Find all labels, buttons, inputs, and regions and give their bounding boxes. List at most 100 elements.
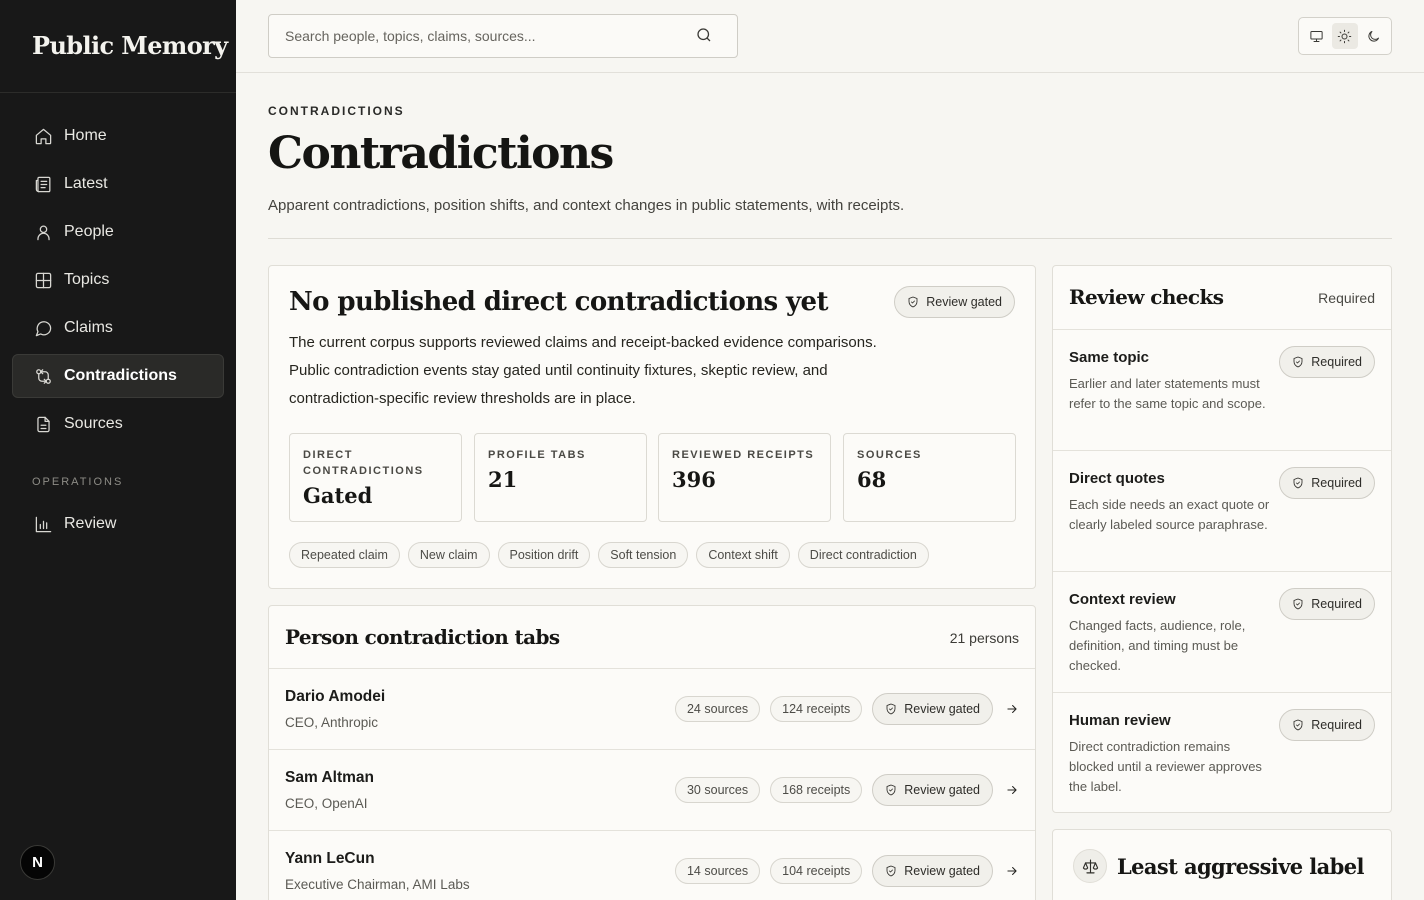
shield-check-icon [1293,477,1303,489]
nav-item-label: Claims [64,319,113,336]
main-nav: Home Latest People Topics Claims Contrad… [0,93,236,546]
person-row[interactable]: Yann LeCun Executive Chairman, AMI Labs … [269,831,1035,900]
top-bar [236,0,1424,73]
page-eyebrow: CONTRADICTIONS [268,104,405,118]
check-title: Direct quotes [1069,470,1165,487]
badge-label: Required [1311,355,1362,369]
user-icon [33,222,53,242]
tag-new-claim[interactable]: New claim [407,542,490,568]
stat-value: 68 [857,467,887,492]
review-checks-title: Review checks [1069,285,1224,309]
nav-item-topics[interactable]: Topics [12,258,224,302]
review-gated-badge[interactable]: Review gated [872,774,993,806]
shield-check-icon [1293,598,1303,610]
review-gated-badge[interactable]: Review gated [872,693,993,725]
badge-label: Review gated [904,702,980,716]
nav-item-label: Contradictions [64,367,177,384]
person-name: Dario Amodei [285,688,386,705]
required-badge[interactable]: Required [1279,709,1375,741]
status-card: No published direct contradictions yet R… [268,265,1036,589]
arrow-right-icon[interactable] [1005,702,1019,716]
person-row[interactable]: Dario Amodei CEO, Anthropic 24 sources 1… [269,669,1035,750]
stat-reviewed-receipts: REVIEWED RECEIPTS 396 [658,433,831,522]
person-meta: 24 sources 124 receipts Review gated [674,693,1019,725]
shield-check-icon [1293,719,1303,731]
review-gated-badge[interactable]: Review gated [872,855,993,887]
moon-icon[interactable] [1361,23,1387,49]
nav-item-contradictions[interactable]: Contradictions [12,354,224,398]
avatar[interactable]: N [20,845,55,880]
brand-logo[interactable]: Public Memory [0,0,236,93]
arrow-right-icon[interactable] [1005,783,1019,797]
check-item: Human review Direct contradiction remain… [1053,693,1391,814]
stat-label: DIRECT CONTRADICTIONS [303,449,424,477]
tag-direct-contradiction[interactable]: Direct contradiction [797,542,929,568]
nav-item-people[interactable]: People [12,210,224,254]
sources-count: 30 sources [674,777,761,803]
search-input[interactable] [269,28,695,44]
nav-item-claims[interactable]: Claims [12,306,224,350]
review-checks-header: Review checks Required [1053,266,1391,330]
search-icon[interactable] [695,26,715,46]
required-badge[interactable]: Required [1279,346,1375,378]
person-name: Yann LeCun [285,850,375,867]
nav-item-review[interactable]: Review [12,502,224,546]
nav-item-label: Review [64,515,117,532]
nav-item-latest[interactable]: Latest [12,162,224,206]
stat-label: PROFILE TABS [488,449,586,461]
nav-item-sources[interactable]: Sources [12,402,224,446]
stat-sources: SOURCES 68 [843,433,1016,522]
badge-label: Review gated [904,864,980,878]
home-icon [33,126,53,146]
stat-value: 21 [488,467,518,492]
sources-count: 24 sources [674,696,761,722]
monitor-icon[interactable] [1303,23,1329,49]
nav-item-label: Home [64,127,107,144]
person-name: Sam Altman [285,769,375,786]
nav-section-operations: OPERATIONS [32,476,124,488]
status-card-body: The current corpus supports reviewed cla… [289,334,877,407]
shield-check-icon [1293,356,1303,368]
arrow-right-icon[interactable] [1005,864,1019,878]
tag-repeated-claim[interactable]: Repeated claim [289,542,400,568]
person-row[interactable]: Sam Altman CEO, OpenAI 30 sources 168 re… [269,750,1035,831]
shield-check-icon [886,784,896,796]
page-title: Contradictions [268,128,614,179]
bar-chart-icon [33,514,53,534]
tag-context-shift[interactable]: Context shift [696,542,790,568]
page-description: Apparent contradictions, position shifts… [268,197,905,214]
check-description: Each side needs an exact quote or clearl… [1069,497,1270,532]
review-gated-badge[interactable]: Review gated [894,286,1015,318]
person-role: Executive Chairman, AMI Labs [285,877,470,892]
required-badge[interactable]: Required [1279,588,1375,620]
required-label: Required [1318,290,1375,306]
check-title: Human review [1069,712,1171,729]
sources-count: 14 sources [674,858,761,884]
check-item: Direct quotes Each side needs an exact q… [1053,451,1391,572]
tag-position-drift[interactable]: Position drift [497,542,591,568]
tag-soft-tension[interactable]: Soft tension [598,542,689,568]
receipts-count: 168 receipts [770,777,863,803]
stat-value: 396 [672,467,716,492]
nav-item-label: Latest [64,175,108,192]
newspaper-icon [33,174,53,194]
required-badge[interactable]: Required [1279,467,1375,499]
badge-label: Review gated [904,783,980,797]
sun-icon[interactable] [1331,23,1358,49]
receipts-count: 104 receipts [770,858,863,884]
least-aggressive-label-card: Least aggressive label [1052,829,1392,900]
shield-check-icon [886,865,896,877]
shield-check-icon [886,703,896,715]
person-tabs-card: Person contradiction tabs 21 persons Dar… [268,605,1036,900]
stat-label: SOURCES [857,449,922,461]
person-role: CEO, Anthropic [285,715,379,730]
check-item: Context review Changed facts, audience, … [1053,572,1391,693]
person-role: CEO, OpenAI [285,796,368,811]
badge-label: Required [1311,476,1362,490]
theme-switcher [1298,17,1392,55]
check-description: Direct contradiction remains blocked unt… [1069,739,1262,794]
git-compare-icon [33,366,53,386]
search-box [268,14,738,58]
nav-item-label: Sources [64,415,123,432]
nav-item-home[interactable]: Home [12,114,224,158]
